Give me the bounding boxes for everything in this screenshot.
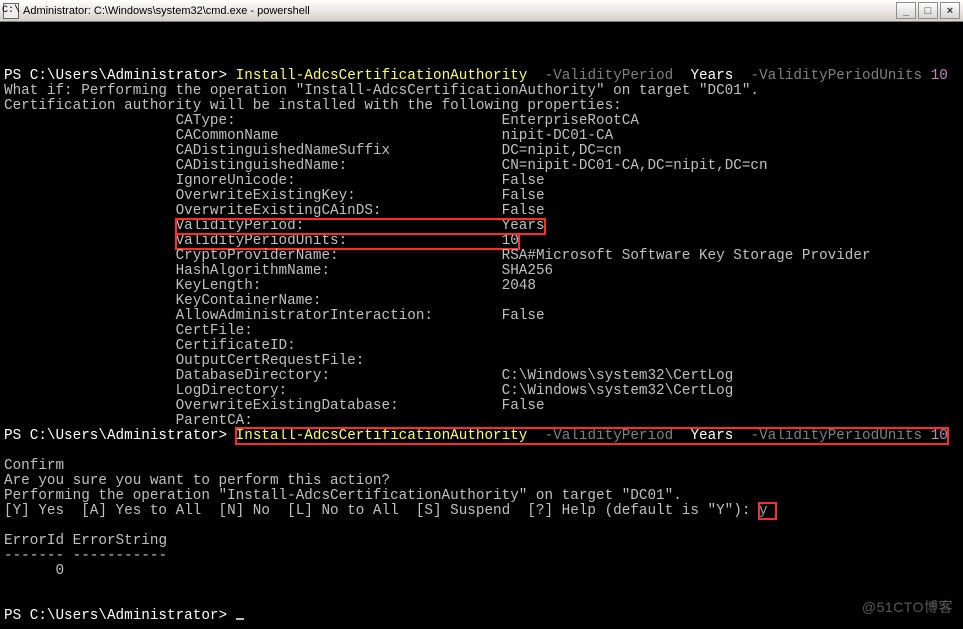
prop-key: DatabaseDirectory: [176, 368, 502, 384]
prop-value: False [502, 203, 545, 219]
prop-key: CAType: [176, 113, 502, 129]
cmdlet-name: Install-AdcsCertificationAuthority [236, 68, 528, 84]
prop-key: CACommonName [176, 128, 502, 144]
arg-years: Years [690, 428, 733, 444]
prop-key: ParentCA: [176, 413, 502, 429]
highlighted-command: Install-AdcsCertificationAuthority -Vali… [236, 428, 948, 444]
prop-value: False [502, 188, 545, 204]
param-validityperiod: -ValidityPeriod [545, 428, 674, 444]
confirm-question: Are you sure you want to perform this ac… [4, 473, 390, 489]
param-validityperiodunits: -ValidityPeriodUnits [751, 428, 923, 444]
param-validityperiodunits: -ValidityPeriodUnits [751, 68, 923, 84]
cursor [236, 618, 244, 620]
prompt: PS C:\Users\Administrator> [4, 68, 227, 84]
prop-value: C:\Windows\system32\CertLog [502, 368, 734, 384]
user-input[interactable]: y [759, 503, 768, 519]
prop-key: OverwriteExistingCAinDS: [176, 203, 502, 219]
prop-value: RSA#Microsoft Software Key Storage Provi… [502, 248, 871, 264]
prop-key: AllowAdministratorInteraction: [176, 308, 502, 324]
prop-key: OutputCertRequestFile: [176, 353, 502, 369]
col-errorstring: ErrorString [73, 533, 167, 549]
confirm-performing: Performing the operation "Install-AdcsCe… [4, 488, 682, 504]
close-button[interactable]: × [940, 2, 960, 19]
minimize-button[interactable]: _ [896, 2, 916, 19]
window-controls: _ □ × [896, 2, 960, 19]
whatif-line: What if: Performing the operation "Insta… [4, 83, 759, 99]
prop-key: LogDirectory: [176, 383, 502, 399]
watermark: @51CTO博客 [862, 597, 953, 617]
prop-key: CertFile: [176, 323, 502, 339]
maximize-button[interactable]: □ [918, 2, 938, 19]
prompt: PS C:\Users\Administrator> [4, 608, 227, 624]
prop-value: nipit-DC01-CA [502, 128, 614, 144]
prop-key: IgnoreUnicode: [176, 173, 502, 189]
arg-10: 10 [931, 428, 948, 444]
prop-value: False [502, 173, 545, 189]
prop-value: False [502, 308, 545, 324]
window-title: Administrator: C:\Windows\system32\cmd.e… [23, 5, 896, 17]
console-window: C:\ Administrator: C:\Windows\system32\c… [0, 0, 963, 629]
col-underline: ----------- [73, 548, 167, 564]
col-underline: ------- [4, 548, 64, 564]
arg-10: 10 [931, 68, 948, 84]
prop-value: C:\Windows\system32\CertLog [502, 383, 734, 399]
prop-key: KeyLength: [176, 278, 502, 294]
highlighted-property-row: ValidityPeriodUnits: 10 [176, 234, 519, 249]
prop-key: OverwriteExistingKey: [176, 188, 502, 204]
prop-key: OverwriteExistingDatabase: [176, 398, 502, 414]
confirm-options: [Y] Yes [A] Yes to All [N] No [L] No to … [4, 503, 750, 519]
prop-key: CADistinguishedNameSuffix [176, 143, 502, 159]
prop-value: 2048 [502, 278, 536, 294]
prop-value: DC=nipit,DC=cn [502, 143, 622, 159]
prop-value: SHA256 [502, 263, 553, 279]
param-validityperiod: -ValidityPeriod [545, 68, 674, 84]
highlighted-property-row: ValidityPeriod: Years [176, 219, 545, 234]
arg-years: Years [690, 68, 733, 84]
cmdlet-name: Install-AdcsCertificationAuthority [236, 428, 528, 444]
prop-key: HashAlgorithmName: [176, 263, 502, 279]
confirm-title: Confirm [4, 458, 64, 474]
col-errorid: ErrorId [4, 533, 64, 549]
prop-value: False [502, 398, 545, 414]
prop-key: ValidityPeriod: [176, 218, 502, 234]
terminal-body[interactable]: PS C:\Users\Administrator> Install-AdcsC… [0, 22, 963, 629]
prop-key: CryptoProviderName: [176, 248, 502, 264]
prop-value: 10 [502, 233, 519, 249]
prompt: PS C:\Users\Administrator> [4, 428, 227, 444]
prop-key: KeyContainerName: [176, 293, 502, 309]
prop-key: CertificateID: [176, 338, 502, 354]
prop-value: EnterpriseRootCA [502, 113, 639, 129]
prop-key: ValidityPeriodUnits: [176, 233, 502, 249]
titlebar[interactable]: C:\ Administrator: C:\Windows\system32\c… [0, 0, 963, 22]
cert-header: Certification authority will be installe… [4, 98, 622, 114]
prop-value: CN=nipit-DC01-CA,DC=nipit,DC=cn [502, 158, 768, 174]
prop-value: Years [502, 218, 545, 234]
cmd-icon: C:\ [3, 3, 19, 19]
highlighted-input: y [759, 503, 776, 519]
prop-key: CADistinguishedName: [176, 158, 502, 174]
row-errorid-value: 0 [4, 563, 64, 579]
